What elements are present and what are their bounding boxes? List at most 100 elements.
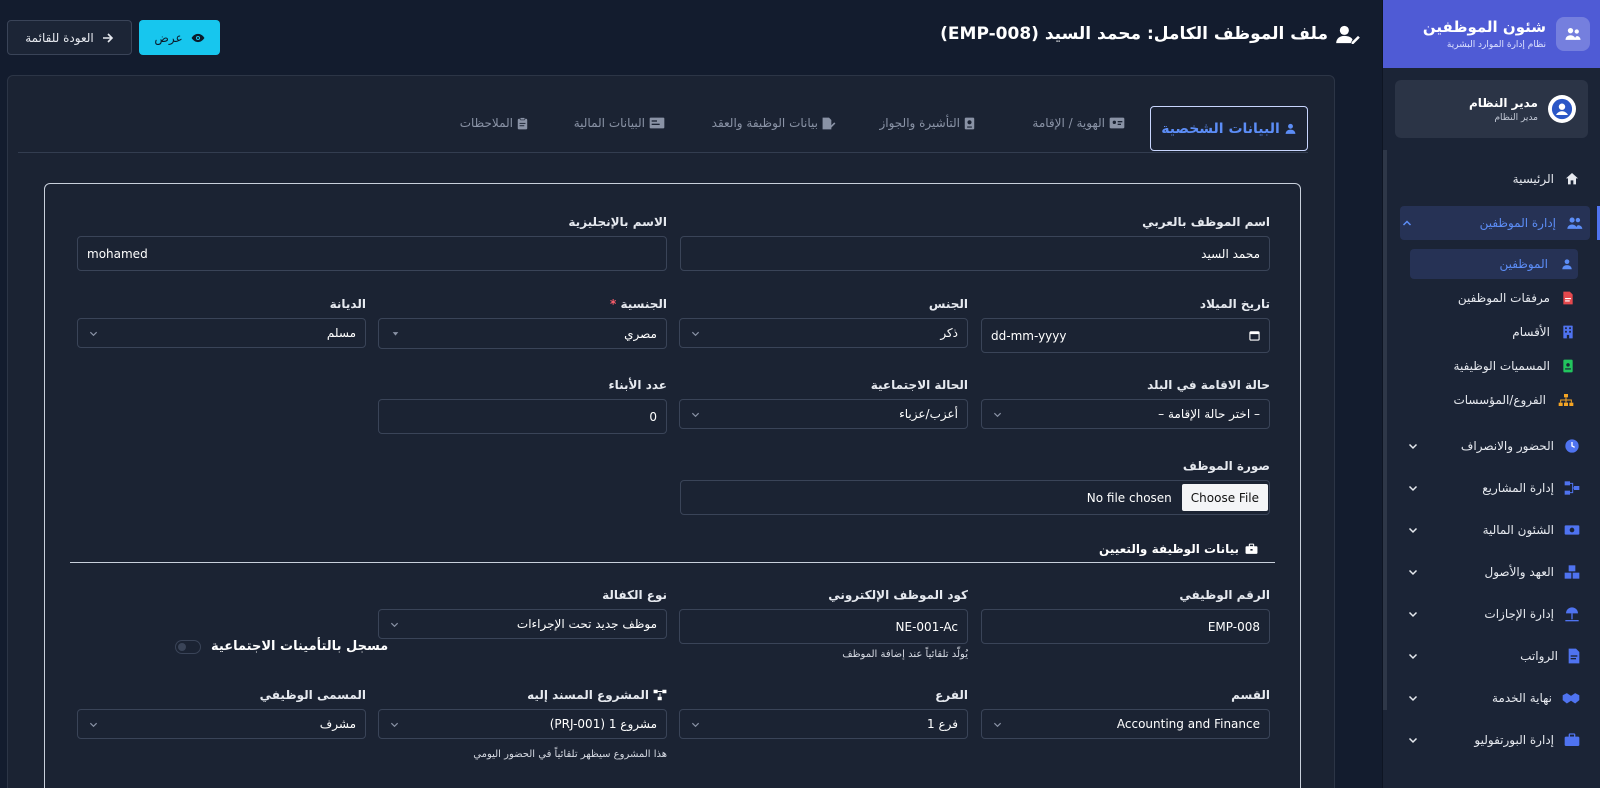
- nationality-value: مصري: [624, 326, 657, 341]
- nav-portfolio[interactable]: إدارة البورتفوليو: [1406, 725, 1586, 755]
- chevron-down-icon: [992, 410, 1002, 419]
- chevron-down-icon: [88, 329, 98, 338]
- umbrella-beach-icon: [1564, 606, 1580, 622]
- branch-select[interactable]: فرع 1: [679, 709, 968, 739]
- nav-assets[interactable]: العهد والأصول: [1406, 557, 1586, 587]
- nav-projects[interactable]: إدارة المشاريع: [1406, 473, 1586, 503]
- department-select[interactable]: Accounting and Finance: [981, 709, 1270, 739]
- e-code-value: NE-001-Ac: [895, 619, 958, 634]
- sponsorship-select[interactable]: موظف جديد تحت الإجراءات: [378, 609, 667, 639]
- file-status: No file chosen: [1086, 490, 1172, 505]
- emp-no-input[interactable]: EMP-008: [981, 609, 1270, 644]
- project-help: هذا المشروع سيظهر تلقائياً في الحضور الي…: [473, 749, 667, 760]
- photo-file-input[interactable]: Choose File No file chosen: [680, 480, 1270, 515]
- briefcase-icon: [1564, 733, 1580, 747]
- tab-visa-passport[interactable]: التأشيرة والجواز: [879, 116, 975, 130]
- users-icon: [1566, 215, 1584, 231]
- choose-file-button[interactable]: Choose File: [1181, 484, 1268, 511]
- subnav-departments[interactable]: الأقسام: [1410, 317, 1578, 347]
- user-icon: [1284, 122, 1297, 135]
- field-employee-number: الرقم الوظيفي EMP-008: [981, 588, 1270, 644]
- tab-identity-label: الهوية / الإقامة: [1032, 116, 1105, 130]
- subnav-employees-label: الموظفين: [1499, 257, 1548, 271]
- user-name: مدير النظام: [1468, 95, 1538, 110]
- name-ar-input[interactable]: محمد السيد: [680, 236, 1270, 271]
- field-residency-status: حالة الاقامة في البلد – اختر حالة الإقام…: [981, 378, 1270, 434]
- back-to-list-button[interactable]: العودة للقائمة: [7, 20, 132, 55]
- nav-leaves[interactable]: إدارة الإجازات: [1406, 599, 1586, 629]
- eye-icon: [191, 32, 205, 44]
- tab-identity[interactable]: الهوية / الإقامة: [1032, 116, 1125, 130]
- nav-employees-management[interactable]: إدارة الموظفين: [1400, 206, 1600, 240]
- chevron-down-icon: [1406, 441, 1420, 451]
- sponsorship-label: نوع الكفالة: [602, 588, 667, 602]
- invoice-icon: [1568, 648, 1580, 664]
- chevron-down-icon: [992, 720, 1002, 729]
- job-title-select[interactable]: مشرف: [77, 709, 366, 739]
- chevron-down-icon: [389, 620, 399, 629]
- nav-salaries[interactable]: الرواتب: [1406, 641, 1586, 671]
- chevron-down-icon: [1406, 693, 1420, 703]
- sidebar: شئون الموظفين نظام إدارة الموارد البشرية…: [1382, 0, 1600, 788]
- branch-label: الفرع: [935, 688, 968, 702]
- name-ar-label: اسم الموظف بالعربي: [1142, 215, 1270, 229]
- subnav-departments-label: الأقسام: [1512, 325, 1550, 339]
- field-assigned-project: المشروع المسند إليه مشروع 1 (PRJ-001) هذ…: [378, 688, 667, 768]
- residency-select[interactable]: – اختر حالة الإقامة –: [981, 399, 1270, 429]
- e-code-input[interactable]: NE-001-Ac: [679, 609, 968, 644]
- chevron-down-icon: [690, 720, 700, 729]
- social-insurance-toggle[interactable]: [175, 639, 201, 654]
- tab-personal-data[interactable]: البيانات الشخصية: [1150, 106, 1308, 151]
- calendar-icon[interactable]: [1249, 330, 1260, 341]
- clock-icon: [1564, 438, 1580, 454]
- clipboard-icon: [517, 116, 528, 130]
- subnav-employees[interactable]: الموظفين: [1410, 249, 1578, 279]
- name-en-input[interactable]: mohamed: [77, 236, 667, 271]
- id-badge-icon: [1562, 359, 1574, 373]
- name-en-label: الاسم بالإنجليزية: [568, 215, 667, 229]
- chevron-down-icon: [389, 720, 399, 729]
- birth-date-input[interactable]: dd-mm-yyyy: [981, 318, 1270, 353]
- main-card: البيانات الشخصية الهوية / الإقامة التأشي…: [7, 75, 1335, 788]
- view-button[interactable]: عرض: [139, 20, 220, 55]
- user-role: مدير النظام: [1494, 112, 1538, 123]
- user-avatar-icon: [1548, 95, 1576, 123]
- gender-select[interactable]: ذكر: [679, 318, 968, 348]
- nav-attendance-label: الحضور والانصراف: [1460, 439, 1554, 453]
- sponsorship-value: موظف جديد تحت الإجراءات: [516, 617, 657, 631]
- nav-finance[interactable]: الشئون المالية: [1406, 515, 1586, 545]
- tab-notes[interactable]: الملاحظات: [460, 116, 528, 130]
- money-bill-icon: [1564, 523, 1580, 537]
- children-label: عدد الأبناء: [608, 378, 667, 392]
- back-button-label: العودة للقائمة: [25, 30, 94, 45]
- user-card[interactable]: مدير النظام مدير النظام: [1395, 80, 1588, 138]
- subnav-branches[interactable]: الفروع/المؤسسات: [1410, 385, 1578, 415]
- file-signature-icon: [822, 117, 836, 130]
- nav-attendance[interactable]: الحضور والانصراف: [1406, 431, 1586, 461]
- gender-value: ذكر: [940, 326, 958, 340]
- field-electronic-code: كود الموظف الإلكتروني NE-001-Ac يُولّد ت…: [679, 588, 968, 668]
- project-diagram-icon: [1564, 480, 1580, 496]
- children-input[interactable]: 0: [378, 399, 667, 434]
- religion-select[interactable]: مسلم: [77, 318, 366, 348]
- field-name-en: الاسم بالإنجليزية mohamed: [77, 215, 667, 271]
- e-code-help: يُولّد تلقائياً عند إضافة الموظف: [842, 649, 968, 660]
- marital-select[interactable]: أعزب/عزباء: [679, 399, 968, 429]
- nationality-select[interactable]: مصري: [378, 318, 667, 349]
- home-icon: [1564, 171, 1580, 187]
- nav-end-of-service[interactable]: نهاية الخدمة: [1406, 683, 1586, 713]
- tab-job-contract[interactable]: بيانات الوظيفة والعقد: [712, 116, 836, 130]
- subnav-attachments[interactable]: مرفقات الموظفين: [1410, 283, 1578, 313]
- subnav-job-titles-label: المسميات الوظيفية: [1453, 359, 1550, 373]
- tab-financial[interactable]: البيانات المالية: [574, 116, 665, 130]
- sidebar-scrollbar[interactable]: [1383, 150, 1387, 710]
- project-select[interactable]: مشروع 1 (PRJ-001): [378, 709, 667, 739]
- required-asterisk: *: [609, 297, 617, 311]
- subnav-job-titles[interactable]: المسميات الوظيفية: [1410, 351, 1578, 381]
- job-section-title-text: بيانات الوظيفة والتعيين: [1099, 542, 1239, 556]
- handshake-icon: [1562, 691, 1580, 705]
- job-title-label: المسمى الوظيفي: [259, 688, 366, 702]
- nav-home[interactable]: الرئيسية: [1406, 164, 1586, 194]
- pdf-file-icon: [1562, 291, 1574, 305]
- nationality-label: الجنسية *: [609, 297, 667, 311]
